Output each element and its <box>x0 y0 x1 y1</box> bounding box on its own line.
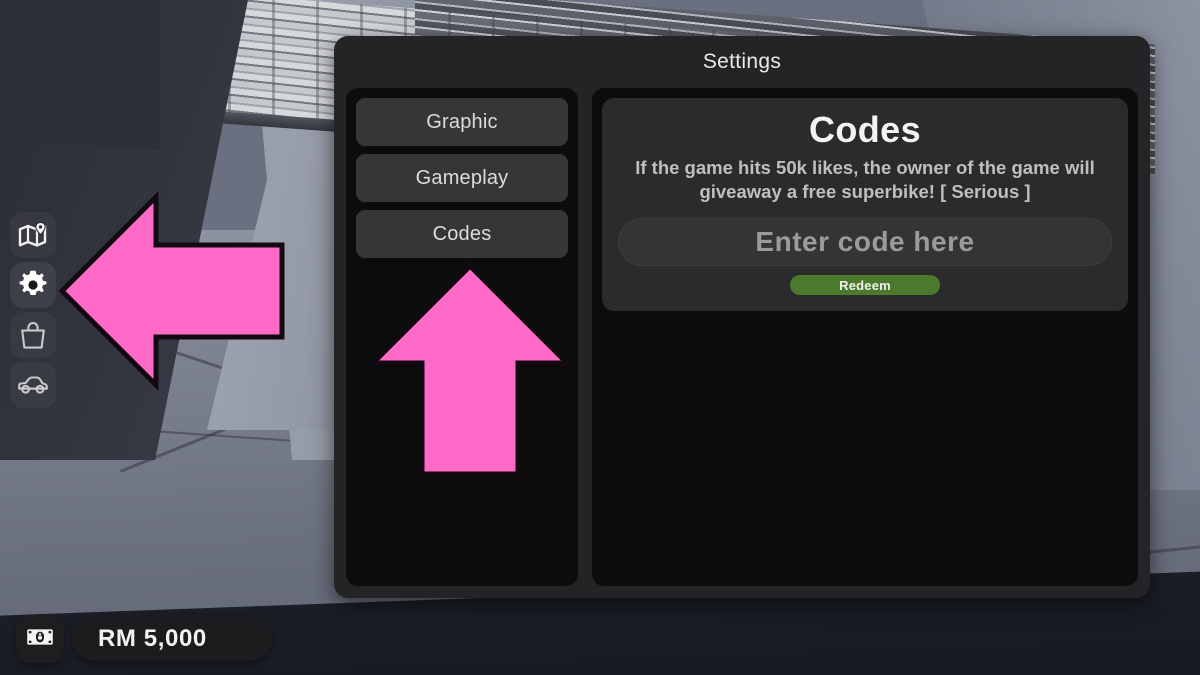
currency-amount-pill: RM 5,000 <box>72 617 272 661</box>
pink-arrow-pointing-to-settings-icon <box>58 190 286 392</box>
codes-description: If the game hits 50k likes, the owner of… <box>635 157 1095 203</box>
banknote-icon <box>26 627 54 652</box>
currency-icon-button[interactable] <box>16 615 64 663</box>
sidebar-item-garage[interactable] <box>10 362 56 408</box>
settings-content-column: Codes If the game hits 50k likes, the ow… <box>592 88 1138 586</box>
tab-codes[interactable]: Codes <box>356 210 568 258</box>
tab-gameplay[interactable]: Gameplay <box>356 154 568 202</box>
currency-amount-label: RM 5,000 <box>98 625 207 652</box>
hud-icon-rail <box>10 212 56 408</box>
game-screen: RM 5,000 Settings Graphic Gameplay Codes… <box>0 0 1200 675</box>
shopping-bag-icon <box>19 321 47 350</box>
redeem-row: Redeem <box>618 275 1112 296</box>
gear-icon <box>18 270 48 300</box>
map-location-icon <box>18 221 48 249</box>
sidebar-item-settings[interactable] <box>10 262 56 308</box>
page-title: Settings <box>702 50 782 73</box>
pink-arrow-pointing-to-codes-tab <box>366 262 574 478</box>
code-input[interactable] <box>618 218 1112 267</box>
car-icon <box>17 374 49 396</box>
tab-graphic[interactable]: Graphic <box>356 98 568 146</box>
codes-card: Codes If the game hits 50k likes, the ow… <box>602 98 1128 312</box>
sidebar-item-map[interactable] <box>10 212 56 258</box>
sidebar-item-shop[interactable] <box>10 312 56 358</box>
redeem-button[interactable]: Redeem <box>790 275 940 296</box>
codes-heading: Codes <box>808 109 922 150</box>
currency-hud: RM 5,000 <box>16 615 272 663</box>
louvre-left-mask <box>0 0 160 150</box>
